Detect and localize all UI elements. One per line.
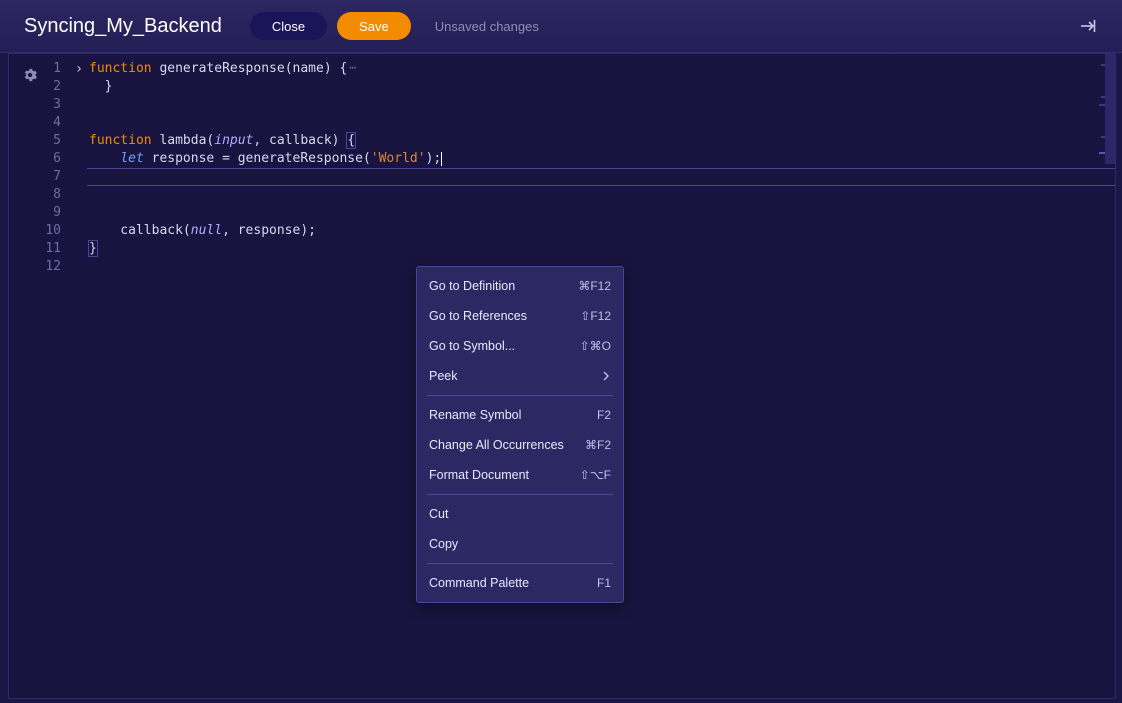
context-menu-label: Cut bbox=[429, 507, 611, 521]
context-menu-item[interactable]: Go to Definition⌘F12 bbox=[417, 271, 623, 301]
line-number: 3 bbox=[9, 96, 61, 114]
text-cursor bbox=[441, 152, 442, 166]
keyboard-shortcut: ⌘F2 bbox=[585, 438, 611, 452]
editor-context-menu[interactable]: Go to Definition⌘F12Go to References⇧F12… bbox=[416, 266, 624, 603]
context-menu-item[interactable]: Command PaletteF1 bbox=[417, 568, 623, 598]
settings-gear-icon[interactable] bbox=[23, 68, 37, 82]
keyword-function: function bbox=[89, 133, 152, 148]
keyboard-shortcut: ⌘F12 bbox=[578, 279, 611, 293]
context-menu-item[interactable]: Change All Occurrences⌘F2 bbox=[417, 430, 623, 460]
context-menu-item[interactable]: Cut bbox=[417, 499, 623, 529]
line-number: 4 bbox=[9, 114, 61, 132]
context-menu-separator bbox=[427, 395, 613, 396]
callback-tail: , response); bbox=[222, 223, 316, 238]
blank-line bbox=[87, 114, 1115, 132]
line-number: 11 bbox=[9, 240, 61, 258]
context-menu-label: Format Document bbox=[429, 468, 580, 482]
fold-gutter[interactable]: › bbox=[71, 60, 87, 698]
context-menu-label: Go to Definition bbox=[429, 279, 578, 293]
keyboard-shortcut: F2 bbox=[597, 408, 611, 422]
blank-line bbox=[87, 204, 1115, 222]
context-menu-label: Command Palette bbox=[429, 576, 597, 590]
symbol-lambda: lambda bbox=[152, 133, 207, 148]
keyword-null: null bbox=[191, 223, 222, 238]
context-menu-item[interactable]: Copy bbox=[417, 529, 623, 559]
folded-ellipsis-icon[interactable]: ⋯ bbox=[349, 61, 356, 74]
title-bar: Syncing_My_Backend Close Save Unsaved ch… bbox=[0, 0, 1122, 53]
brace-open: { bbox=[347, 133, 355, 148]
keyboard-shortcut: F1 bbox=[597, 576, 611, 590]
blank-line bbox=[87, 96, 1115, 114]
line-number: 7 bbox=[9, 168, 61, 186]
indent bbox=[89, 151, 120, 166]
line-number-gutter: 123456789101112 bbox=[9, 60, 71, 698]
blank-line bbox=[87, 168, 1115, 186]
context-menu-item[interactable]: Rename SymbolF2 bbox=[417, 400, 623, 430]
line-number: 8 bbox=[9, 186, 61, 204]
context-menu-label: Peek bbox=[429, 369, 601, 383]
symbol-generateResponse: generateResponse bbox=[152, 61, 285, 76]
line-number: 10 bbox=[9, 222, 61, 240]
context-menu-item[interactable]: Peek bbox=[417, 361, 623, 391]
closing-brace: } bbox=[89, 79, 112, 94]
signature: (name) { bbox=[285, 61, 348, 76]
line-number: 12 bbox=[9, 258, 61, 276]
expand-panel-icon[interactable] bbox=[1076, 14, 1100, 38]
context-menu-separator bbox=[427, 494, 613, 495]
keyboard-shortcut: ⇧⌘O bbox=[580, 339, 611, 353]
keyboard-shortcut: ⇧F12 bbox=[580, 309, 611, 323]
param-rest: , callback) bbox=[253, 133, 347, 148]
keyboard-shortcut: ⇧⌥F bbox=[580, 468, 611, 482]
save-button[interactable]: Save bbox=[337, 12, 411, 40]
param-input: input bbox=[214, 133, 253, 148]
string-literal: 'World' bbox=[371, 151, 426, 166]
context-menu-separator bbox=[427, 563, 613, 564]
line-number: 6 bbox=[9, 150, 61, 168]
vertical-scrollbar[interactable] bbox=[1105, 54, 1115, 698]
context-menu-label: Go to References bbox=[429, 309, 580, 323]
line-number: 9 bbox=[9, 204, 61, 222]
context-menu-label: Rename Symbol bbox=[429, 408, 597, 422]
expr-assign: response = generateResponse( bbox=[144, 151, 371, 166]
scrollbar-thumb[interactable] bbox=[1105, 54, 1115, 164]
brace-close: } bbox=[89, 241, 97, 256]
callback-call: callback( bbox=[89, 223, 191, 238]
expr-tail: ); bbox=[426, 151, 442, 166]
page-title: Syncing_My_Backend bbox=[24, 15, 222, 38]
chevron-right-icon bbox=[601, 371, 611, 381]
context-menu-item[interactable]: Format Document⇧⌥F bbox=[417, 460, 623, 490]
blank-line bbox=[87, 186, 1115, 204]
keyword-function: function bbox=[89, 61, 152, 76]
context-menu-label: Go to Symbol... bbox=[429, 339, 580, 353]
close-button[interactable]: Close bbox=[250, 12, 327, 40]
context-menu-item[interactable]: Go to Symbol...⇧⌘O bbox=[417, 331, 623, 361]
context-menu-item[interactable]: Go to References⇧F12 bbox=[417, 301, 623, 331]
context-menu-label: Copy bbox=[429, 537, 611, 551]
line-number: 5 bbox=[9, 132, 61, 150]
keyword-let: let bbox=[120, 151, 143, 166]
fold-chevron-icon[interactable]: › bbox=[71, 60, 87, 78]
context-menu-label: Change All Occurrences bbox=[429, 438, 585, 452]
unsaved-status: Unsaved changes bbox=[435, 19, 539, 34]
